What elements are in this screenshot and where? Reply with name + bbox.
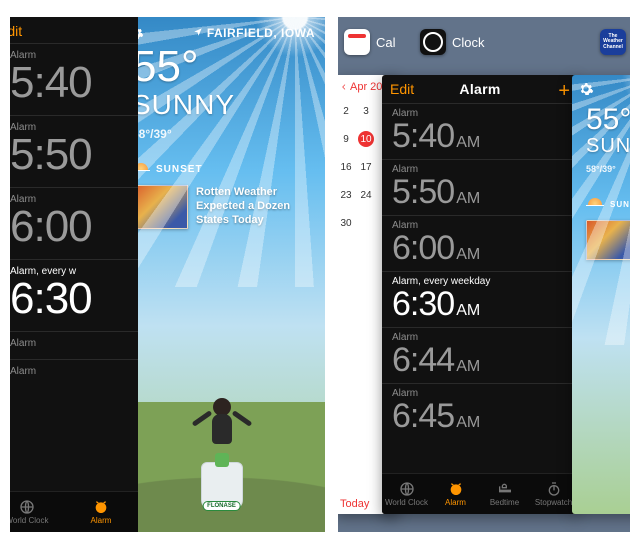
sunset-row: SUNSET	[572, 198, 630, 210]
alarm-row[interactable]: Alarm, every w6:30	[10, 259, 138, 331]
calendar-day-cell[interactable]: 24	[358, 187, 374, 203]
edit-button[interactable]: Edit	[10, 17, 138, 41]
location-arrow-icon	[193, 26, 203, 40]
weather-channel-app-icon: The Weather Channel	[600, 29, 626, 55]
alarm-row[interactable]: Alarm, every weekday6:30AM	[382, 271, 578, 327]
alarm-row[interactable]: Alarm6:44AM	[382, 327, 578, 383]
tab-bar: World Clock Alarm Bedtime Stopwatch	[382, 473, 578, 514]
temperature: 55°	[572, 105, 630, 135]
sunset-row: SUNSET	[118, 163, 325, 175]
alarm-row[interactable]: Alarm6:45AM	[382, 383, 578, 439]
switcher-app-label: Clock	[452, 35, 485, 50]
tab-stopwatch[interactable]: Stopwatch	[529, 474, 578, 514]
news-card[interactable]: Rotten Weather Expected a Dozen States T…	[132, 185, 315, 229]
switcher-app-calendar[interactable]: Cal	[344, 29, 396, 55]
alarm-time: 6:30AM	[392, 287, 578, 321]
calendar-day-cell[interactable]: 2	[338, 103, 354, 119]
clock-app-card[interactable]: Edit Alarm5:40Alarm5:50Alarm6:00Alarm, e…	[10, 17, 138, 532]
ad-background-image: FLONASE	[118, 362, 325, 532]
weather-app-card[interactable]: 55° SUNNY 58°/39° SUNSET Rotten Weather …	[572, 75, 630, 514]
alarm-time: 6:00	[10, 205, 138, 249]
left-screenshot: ● FAIRFIELD, IOWA 55° SUNNY 58°/39°	[10, 17, 325, 532]
calendar-day-cell[interactable]: 30	[338, 215, 354, 231]
alarm-label: Alarm	[10, 338, 138, 349]
calendar-day-cell[interactable]: 10	[358, 131, 374, 147]
alarm-row[interactable]: Alarm5:50	[10, 115, 138, 187]
tab-bedtime[interactable]: Bedtime	[480, 474, 529, 514]
chevron-left-icon	[340, 83, 348, 91]
alarm-time: 5:50	[10, 133, 138, 177]
calendar-day-cell[interactable]: 16	[338, 159, 354, 175]
news-thumb-image	[132, 185, 188, 229]
tab-label: Bedtime	[490, 498, 519, 507]
tab-bar: World Clock Alarm	[10, 491, 138, 532]
tab-world-clock[interactable]: World Clock	[10, 492, 64, 532]
calendar-day-cell[interactable]	[358, 215, 374, 231]
tab-label: Alarm	[91, 516, 112, 525]
condition: SUNNY	[572, 135, 630, 158]
switcher-app-label: Cal	[376, 35, 396, 50]
sunset-label: SUNSET	[156, 164, 203, 175]
calendar-day-cell[interactable]: 17	[358, 159, 374, 175]
alarm-time: 6:45AM	[392, 399, 578, 433]
clock-app-card[interactable]: Edit Alarm + Alarm5:40AMAlarm5:50AMAlarm…	[382, 75, 578, 514]
alarm-row[interactable]: Alarm6:00AM	[382, 215, 578, 271]
hi-lo: 58°/39°	[118, 127, 325, 141]
alarm-row[interactable]: Alarm	[10, 359, 138, 387]
gear-icon[interactable]	[578, 81, 594, 97]
alarm-row[interactable]: Alarm5:50AM	[382, 159, 578, 215]
tab-label: World Clock	[385, 498, 428, 507]
tab-label: World Clock	[10, 516, 48, 525]
hi-lo: 58°/39°	[572, 164, 630, 174]
right-screenshot: Cal Clock The Weather Channel Apr 2017 2…	[338, 17, 630, 532]
condition: SUNNY	[118, 89, 325, 121]
add-alarm-button[interactable]: +	[558, 81, 570, 101]
calendar-day-cell[interactable]: 3	[358, 103, 374, 119]
weather-app-card[interactable]: FAIRFIELD, IOWA 55° SUNNY 58°/39° SUNSET…	[118, 17, 325, 532]
switcher-app-clock[interactable]: Clock	[420, 29, 485, 55]
news-headline: Rotten Weather Expected a Dozen States T…	[196, 186, 315, 227]
location-button[interactable]: FAIRFIELD, IOWA	[193, 26, 315, 40]
alarm-list[interactable]: Alarm5:40AMAlarm5:50AMAlarm6:00AMAlarm, …	[382, 103, 578, 474]
alarm-time: 5:40AM	[392, 119, 578, 153]
switcher-header: Cal Clock The Weather Channel	[338, 29, 630, 71]
alarm-list[interactable]: Alarm5:40Alarm5:50Alarm6:00Alarm, every …	[10, 43, 138, 492]
ad-product-image: FLONASE	[201, 462, 243, 510]
alarm-time: 6:30	[10, 277, 138, 321]
alarm-row[interactable]: Alarm5:40	[10, 43, 138, 115]
switcher-app-weather[interactable]: The Weather Channel	[600, 29, 626, 55]
temperature: 55°	[118, 45, 325, 89]
calendar-day-cell[interactable]: 23	[338, 187, 354, 203]
alarm-time: 6:00AM	[392, 231, 578, 265]
tab-label: Stopwatch	[535, 498, 572, 507]
calendar-app-icon	[344, 29, 370, 55]
alarm-time: 6:44AM	[392, 343, 578, 377]
screen-title: Alarm	[382, 81, 578, 97]
tab-alarm[interactable]: Alarm	[64, 492, 138, 532]
news-thumb-image	[586, 220, 630, 260]
calendar-day-cell[interactable]: 9	[338, 131, 354, 147]
sunset-icon	[586, 198, 604, 210]
tab-alarm[interactable]: Alarm	[431, 474, 480, 514]
tab-label: Alarm	[445, 498, 466, 507]
clock-app-icon	[420, 29, 446, 55]
tab-world-clock[interactable]: World Clock	[382, 474, 431, 514]
alarm-row[interactable]: Alarm6:00	[10, 187, 138, 259]
alarm-time: 5:50AM	[392, 175, 578, 209]
news-card[interactable]: Rotten Weather Expected a Dozen States T…	[586, 220, 630, 260]
alarm-time: 5:40	[10, 61, 138, 105]
ad-brand-badge: FLONASE	[202, 501, 241, 511]
location-text: FAIRFIELD, IOWA	[207, 26, 315, 40]
sunset-label: SUNSET	[610, 200, 630, 209]
alarm-label: Alarm	[10, 366, 138, 377]
today-button[interactable]: Today	[340, 498, 369, 510]
alarm-row[interactable]: Alarm5:40AM	[382, 103, 578, 159]
alarm-row[interactable]: Alarm	[10, 331, 138, 359]
